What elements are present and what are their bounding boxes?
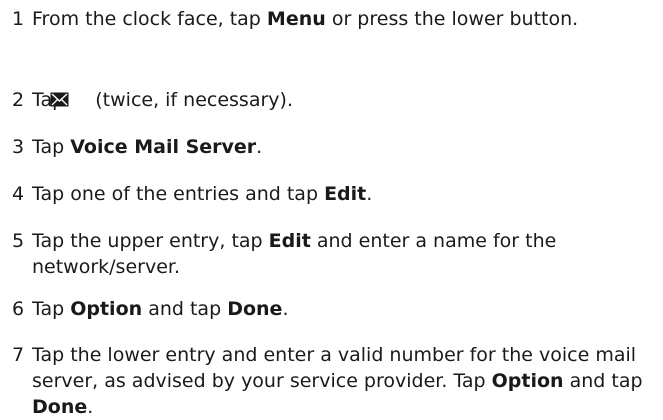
step-1: 1 From the clock face, tap Menu or press … bbox=[12, 6, 663, 32]
step-text: and tap bbox=[563, 370, 643, 392]
step-number: 3 bbox=[12, 136, 25, 158]
step-text: or press the lower button. bbox=[325, 8, 579, 30]
step-number: 5 bbox=[12, 230, 25, 252]
step-text: Tap one of the entries and tap bbox=[32, 183, 325, 205]
step-number: 2 bbox=[12, 89, 25, 111]
done-label: Done bbox=[227, 298, 283, 320]
edit-label: Edit bbox=[324, 183, 367, 205]
step-number: 1 bbox=[12, 8, 25, 30]
step-2: 2 Tap (twice, if necessary). bbox=[12, 87, 663, 113]
step-7: 7 Tap the lower entry and enter a valid n… bbox=[12, 342, 663, 420]
step-5: 5 Tap the upper entry, tap Edit and enter… bbox=[12, 228, 663, 280]
step-text: Tap bbox=[32, 136, 71, 158]
done-label: Done bbox=[32, 396, 88, 418]
step-text: Tap bbox=[32, 298, 71, 320]
menu-label: Menu bbox=[266, 8, 326, 30]
voice-mail-server-label: Voice Mail Server bbox=[70, 136, 257, 158]
instruction-document: 1 From the clock face, tap Menu or press … bbox=[0, 0, 663, 418]
step-text: . bbox=[282, 298, 289, 320]
step-number: 7 bbox=[12, 344, 25, 366]
option-label: Option bbox=[491, 370, 564, 392]
step-number: 4 bbox=[12, 183, 25, 205]
step-text: From the clock face, tap bbox=[32, 8, 267, 30]
step-text: . bbox=[87, 396, 94, 418]
step-number: 6 bbox=[12, 298, 25, 320]
step-text: (twice, if necessary). bbox=[89, 89, 293, 111]
envelope-icon bbox=[50, 88, 89, 107]
step-6: 6 Tap Option and tap Done. bbox=[12, 296, 663, 322]
edit-label: Edit bbox=[268, 230, 311, 252]
option-label: Option bbox=[70, 298, 143, 320]
step-3: 3 Tap Voice Mail Server. bbox=[12, 134, 663, 160]
step-text: . bbox=[256, 136, 263, 158]
step-text: . bbox=[366, 183, 373, 205]
step-text: and tap bbox=[142, 298, 228, 320]
step-4: 4 Tap one of the entries and tap Edit. bbox=[12, 181, 663, 207]
step-text: Tap the upper entry, tap bbox=[32, 230, 269, 252]
